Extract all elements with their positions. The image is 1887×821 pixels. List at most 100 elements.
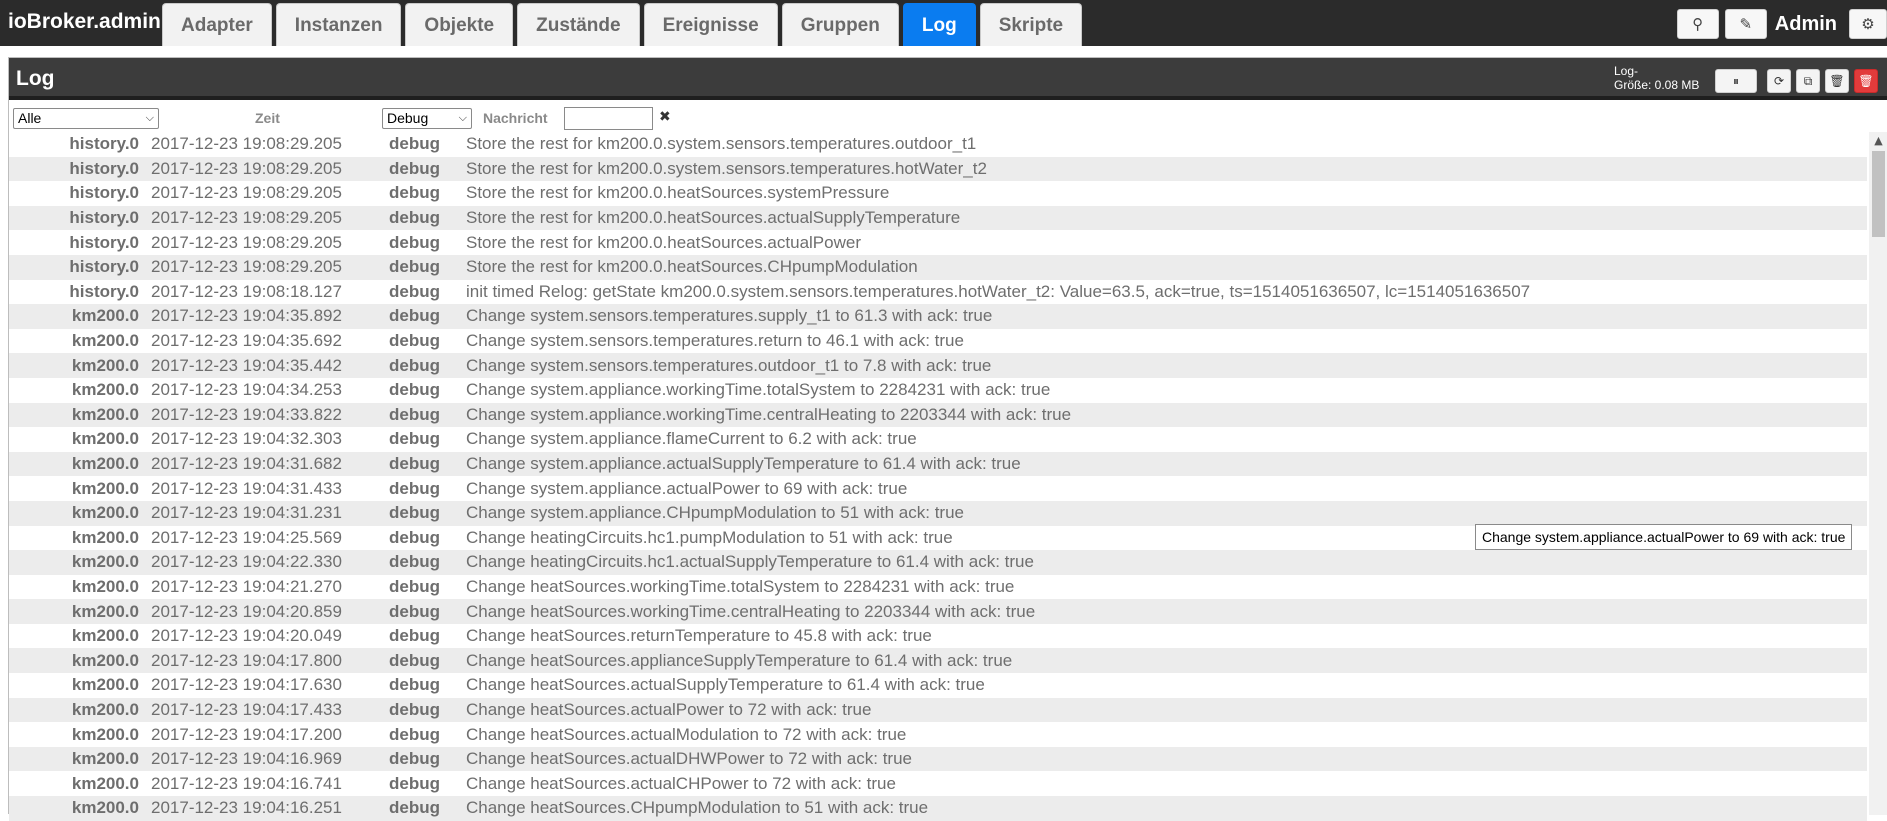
message-filter-input[interactable] — [564, 107, 653, 130]
log-row[interactable]: km200.0 2017-12-23 19:04:22.330 debug Chang… — [9, 550, 1867, 575]
log-row[interactable]: history.0 2017-12-23 19:08:29.205 debug Sto… — [9, 156, 1867, 182]
clear-filter-icon[interactable]: ✖ — [659, 109, 671, 125]
log-row[interactable]: km200.0 2017-12-23 19:04:20.859 debug Chang… — [9, 599, 1867, 624]
log-row[interactable]: km200.0 2017-12-23 19:04:35.892 debug Chang… — [9, 304, 1867, 329]
source-filter-value: Alle — [18, 110, 42, 126]
log-message: Change system.appliance.actualPower to 6… — [466, 478, 908, 498]
chevron-down-icon: ⌵ — [458, 112, 467, 124]
log-severity: debug — [389, 429, 440, 449]
log-row[interactable]: km200.0 2017-12-23 19:04:20.049 debug Chang… — [9, 624, 1867, 649]
log-row[interactable]: history.0 2017-12-23 19:08:29.205 debug Sto… — [9, 132, 1867, 157]
log-message: Change system.appliance.workingTime.tota… — [466, 380, 1051, 400]
log-time: 2017-12-23 19:04:34.253 — [151, 380, 342, 400]
search-icon: ⚲ — [1692, 15, 1704, 33]
tab-log[interactable]: Log — [902, 3, 976, 46]
log-row[interactable]: km200.0 2017-12-23 19:04:31.682 debug Chang… — [9, 451, 1867, 477]
delete-button[interactable]: 🗑 — [1825, 69, 1849, 93]
log-row[interactable]: km200.0 2017-12-23 19:04:34.253 debug Chang… — [9, 378, 1867, 403]
tab-zustaende[interactable]: Zustände — [517, 3, 640, 46]
pause-button[interactable]: ⏸ — [1715, 69, 1757, 93]
log-message: Change system.appliance.actualSupplyTemp… — [466, 454, 1021, 474]
log-message: Change system.appliance.workingTime.cent… — [466, 404, 1072, 424]
log-source: km200.0 — [71, 576, 139, 596]
log-row[interactable]: km200.0 2017-12-23 19:04:16.251 debug Chang… — [9, 796, 1867, 821]
log-time: 2017-12-23 19:04:21.270 — [151, 576, 342, 596]
pause-icon: ⏸ — [1732, 74, 1739, 88]
log-row[interactable]: km200.0 2017-12-23 19:04:31.231 debug Chang… — [9, 500, 1867, 526]
log-row[interactable]: km200.0 2017-12-23 19:04:33.822 debug Chang… — [9, 402, 1867, 428]
copy-button[interactable]: ⧉ — [1796, 69, 1820, 93]
log-severity: debug — [389, 503, 440, 523]
log-row[interactable]: km200.0 2017-12-23 19:04:17.200 debug Chang… — [9, 722, 1867, 747]
log-message: Change heatSources.actualDHWPower to 72 … — [466, 749, 913, 769]
settings-button[interactable]: ⚙ — [1849, 9, 1887, 39]
log-row[interactable]: km200.0 2017-12-23 19:04:21.270 debug Chang… — [9, 575, 1867, 600]
refresh-icon: ⟳ — [1773, 74, 1785, 88]
edit-button[interactable]: ✎ — [1724, 9, 1767, 39]
log-severity: debug — [389, 183, 440, 203]
tab-skripte[interactable]: Skripte — [979, 3, 1083, 46]
tab-gruppen[interactable]: Gruppen — [781, 3, 899, 46]
log-source: km200.0 — [71, 478, 139, 498]
tab-adapter[interactable]: Adapter — [162, 3, 272, 46]
log-row[interactable]: km200.0 2017-12-23 19:04:17.630 debug Chang… — [9, 673, 1867, 698]
filter-row: Alle ⌵ Zeit Debug ⌵ Nachricht ✖ — [9, 104, 1887, 130]
log-time: 2017-12-23 19:08:18.127 — [151, 281, 342, 301]
log-row[interactable]: km200.0 2017-12-23 19:04:35.442 debug Chang… — [9, 353, 1867, 378]
tab-ereignisse[interactable]: Ereignisse — [643, 3, 778, 46]
edit-icon: ✎ — [1739, 15, 1753, 33]
tab-objekte[interactable]: Objekte — [405, 3, 514, 46]
scroll-up-icon[interactable]: ▲ — [1869, 132, 1887, 149]
log-row[interactable]: km200.0 2017-12-23 19:04:17.800 debug Chang… — [9, 648, 1867, 674]
log-time: 2017-12-23 19:04:32.303 — [151, 429, 342, 449]
delete-all-button[interactable]: 🗑 — [1854, 69, 1878, 93]
log-time: 2017-12-23 19:04:17.433 — [151, 699, 342, 719]
severity-filter-select[interactable]: Debug ⌵ — [382, 108, 472, 129]
log-time: 2017-12-23 19:04:22.330 — [151, 552, 342, 572]
log-severity: debug — [389, 355, 440, 375]
top-right-controls: ⚲ ✎ Admin ⚙ — [1671, 9, 1887, 39]
message-column-header: Nachricht — [483, 110, 548, 126]
log-row[interactable]: history.0 2017-12-23 19:08:29.205 debug Sto… — [9, 205, 1867, 231]
log-severity: debug — [389, 281, 440, 301]
log-severity: debug — [389, 552, 440, 572]
log-row[interactable]: history.0 2017-12-23 19:08:18.127 debug ini… — [9, 280, 1867, 305]
log-size: Log- Größe: 0.08 MB — [1614, 64, 1699, 92]
log-source: history.0 — [69, 257, 139, 277]
refresh-button[interactable]: ⟳ — [1767, 69, 1791, 93]
source-filter-select[interactable]: Alle ⌵ — [13, 108, 159, 129]
log-severity: debug — [389, 699, 440, 719]
log-row[interactable]: history.0 2017-12-23 19:08:29.205 debug Sto… — [9, 254, 1867, 280]
log-row[interactable]: km200.0 2017-12-23 19:04:16.741 debug Chang… — [9, 771, 1867, 796]
log-severity: debug — [389, 773, 440, 793]
user-name[interactable]: Admin — [1775, 13, 1837, 36]
log-source: km200.0 — [71, 650, 139, 670]
log-severity: debug — [389, 749, 440, 769]
log-row[interactable]: km200.0 2017-12-23 19:04:35.692 debug Chang… — [9, 329, 1867, 354]
log-row[interactable]: history.0 2017-12-23 19:08:29.205 debug Sto… — [9, 181, 1867, 206]
log-row[interactable]: km200.0 2017-12-23 19:04:16.969 debug Chang… — [9, 746, 1867, 772]
log-row[interactable]: history.0 2017-12-23 19:08:29.205 debug Sto… — [9, 230, 1867, 255]
log-time: 2017-12-23 19:04:31.433 — [151, 478, 342, 498]
log-source: km200.0 — [71, 527, 139, 547]
app-title[interactable]: ioBroker.admin — [8, 10, 161, 34]
log-message: Change system.appliance.flameCurrent to … — [466, 429, 917, 449]
log-row[interactable]: km200.0 2017-12-23 19:04:17.433 debug Chang… — [9, 697, 1867, 723]
log-source: history.0 — [69, 281, 139, 301]
log-scrollbar[interactable]: ▲ — [1869, 132, 1887, 815]
log-row[interactable]: km200.0 2017-12-23 19:04:32.303 debug Chang… — [9, 427, 1867, 452]
search-button[interactable]: ⚲ — [1676, 9, 1719, 39]
tab-instanzen[interactable]: Instanzen — [275, 3, 402, 46]
scroll-thumb[interactable] — [1872, 151, 1885, 237]
trash-red-icon: 🗑 — [1858, 74, 1874, 88]
log-time: 2017-12-23 19:04:17.200 — [151, 724, 342, 744]
chevron-down-icon: ⌵ — [145, 112, 154, 124]
log-severity: debug — [389, 576, 440, 596]
log-message: init timed Relog: getState km200.0.syste… — [466, 281, 1531, 301]
log-row[interactable]: km200.0 2017-12-23 19:04:31.433 debug Chang… — [9, 476, 1867, 501]
log-severity: debug — [389, 527, 440, 547]
log-source: history.0 — [69, 183, 139, 203]
main-tabs: Adapter Instanzen Objekte Zustände Ereig… — [162, 3, 1083, 46]
log-severity: debug — [389, 454, 440, 474]
log-source: km200.0 — [71, 503, 139, 523]
